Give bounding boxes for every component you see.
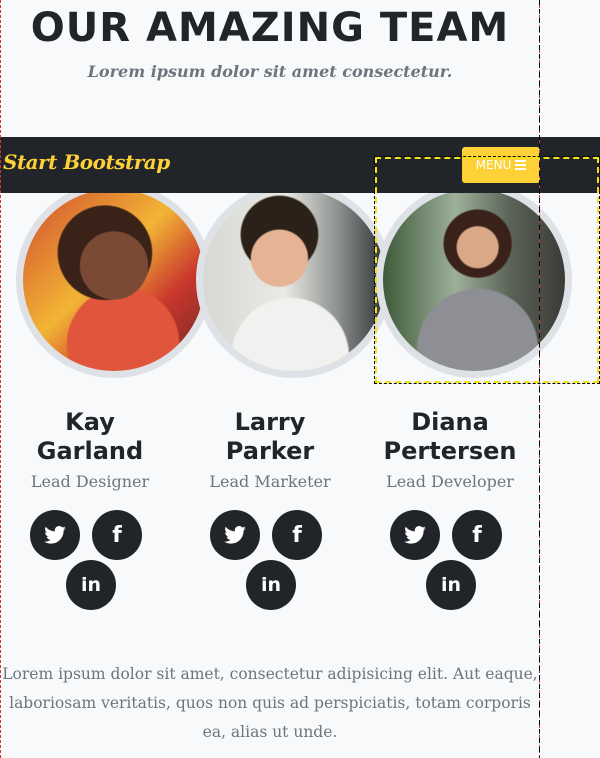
hamburger-icon	[515, 158, 527, 172]
social-buttons: f in	[0, 510, 180, 610]
member-role: Lead Developer	[386, 472, 514, 491]
section-title: OUR AMAZING TEAM	[30, 5, 510, 51]
team-member: Diana Pertersen Lead Developer	[360, 408, 540, 491]
linkedin-icon: in	[80, 574, 102, 596]
menu-button[interactable]: MENU	[462, 147, 540, 183]
facebook-button[interactable]: f	[272, 510, 322, 560]
linkedin-button[interactable]: in	[246, 560, 296, 610]
twitter-icon	[44, 526, 66, 544]
member-name: Kay Garland	[36, 408, 144, 465]
member-name: Diana Pertersen	[383, 408, 517, 465]
team-heading: OUR AMAZING TEAM Lorem ipsum dolor sit a…	[0, 0, 540, 81]
facebook-icon: f	[472, 522, 482, 548]
facebook-icon: f	[112, 522, 122, 548]
navbar: Start Bootstrap MENU	[0, 137, 600, 193]
team-member-photo	[16, 182, 212, 378]
member-role: Lead Designer	[30, 472, 150, 491]
linkedin-button[interactable]: in	[66, 560, 116, 610]
team-member-photo	[196, 182, 392, 378]
team-description: Lorem ipsum dolor sit amet, consectetur …	[2, 665, 538, 741]
menu-label: MENU	[475, 158, 512, 172]
twitter-button[interactable]	[390, 510, 440, 560]
navbar-brand[interactable]: Start Bootstrap	[3, 150, 170, 174]
twitter-icon	[224, 526, 246, 544]
team-member-photo	[376, 182, 572, 378]
twitter-icon	[404, 526, 426, 544]
linkedin-icon: in	[260, 574, 282, 596]
twitter-button[interactable]	[210, 510, 260, 560]
facebook-button[interactable]: f	[92, 510, 142, 560]
facebook-icon: f	[292, 522, 302, 548]
member-role: Lead Marketer	[209, 472, 331, 491]
layout-guide	[0, 0, 540, 758]
team-member: Larry Parker Lead Marketer	[180, 408, 360, 491]
linkedin-button[interactable]: in	[426, 560, 476, 610]
social-buttons: f in	[180, 510, 360, 610]
layout-guide	[539, 0, 540, 758]
member-name: Larry Parker	[225, 408, 315, 465]
social-buttons: f in	[360, 510, 540, 610]
linkedin-icon: in	[440, 574, 462, 596]
team-member: Kay Garland Lead Designer	[0, 408, 180, 491]
twitter-button[interactable]	[30, 510, 80, 560]
facebook-button[interactable]: f	[452, 510, 502, 560]
section-subtitle: Lorem ipsum dolor sit amet consectetur.	[87, 62, 453, 81]
